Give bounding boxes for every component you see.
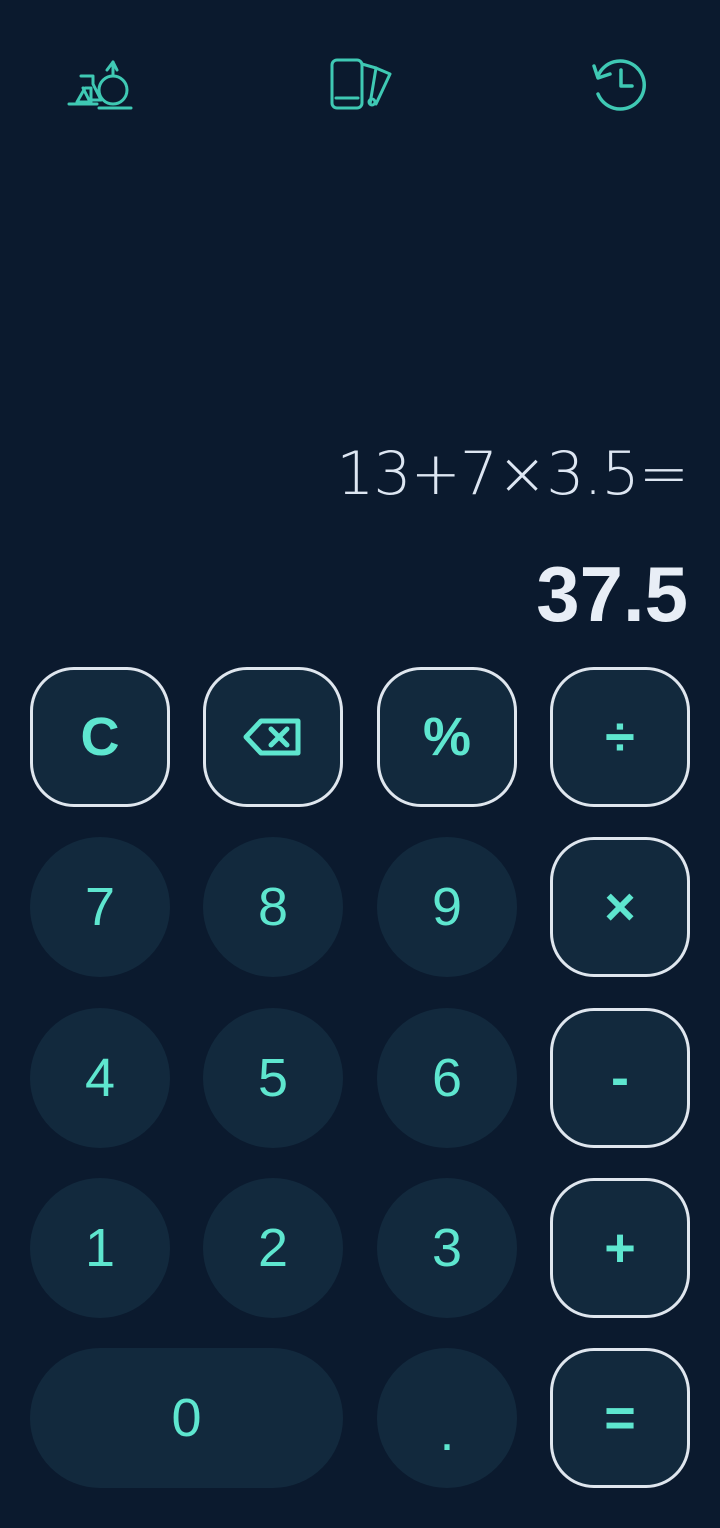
plus-button[interactable]: + [550, 1178, 690, 1318]
digit-3-button[interactable]: 3 [377, 1178, 517, 1318]
digit-4-button[interactable]: 4 [30, 1008, 170, 1148]
expression-display: 13+7×3.5= [336, 439, 689, 509]
top-toolbar [0, 0, 720, 170]
backspace-icon [243, 718, 301, 756]
digit-8-button[interactable]: 8 [203, 837, 343, 977]
digit-7-button[interactable]: 7 [30, 837, 170, 977]
digit-0-button[interactable]: 0 [30, 1348, 343, 1488]
equals-button[interactable]: = [550, 1348, 690, 1488]
digit-9-button[interactable]: 9 [377, 837, 517, 977]
multiply-button[interactable]: × [550, 837, 690, 977]
history-icon[interactable] [584, 48, 656, 120]
backspace-button[interactable] [203, 667, 343, 807]
minus-button[interactable]: - [550, 1008, 690, 1148]
digit-5-button[interactable]: 5 [203, 1008, 343, 1148]
percent-button[interactable]: % [377, 667, 517, 807]
digit-1-button[interactable]: 1 [30, 1178, 170, 1318]
science-icon[interactable] [63, 48, 135, 120]
decimal-button[interactable]: . [377, 1348, 517, 1488]
result-display: 37.5 [536, 550, 688, 638]
theme-icon[interactable] [324, 48, 396, 120]
divide-button[interactable]: ÷ [550, 667, 690, 807]
digit-2-button[interactable]: 2 [203, 1178, 343, 1318]
clear-button[interactable]: C [30, 667, 170, 807]
digit-6-button[interactable]: 6 [377, 1008, 517, 1148]
